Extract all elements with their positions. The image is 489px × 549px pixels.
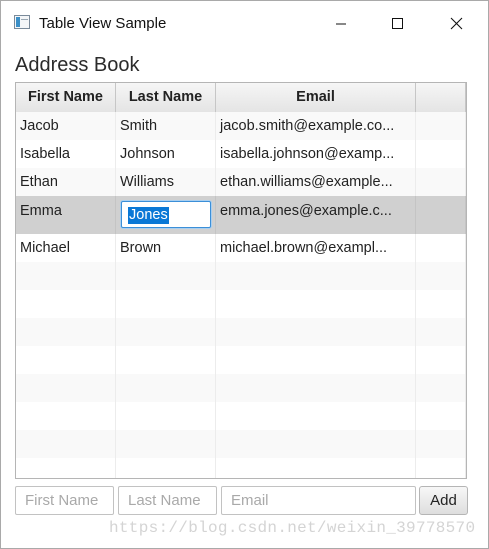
email-cell[interactable]: michael.brown@exampl...: [216, 234, 416, 262]
first-name-cell[interactable]: Jacob: [16, 112, 116, 140]
filler-cell: [416, 196, 466, 234]
table-row[interactable]: Michael Brown michael.brown@exampl...: [16, 234, 466, 262]
table-app-icon: [14, 15, 30, 29]
empty-row: [16, 402, 466, 430]
email-cell[interactable]: jacob.smith@example.co...: [216, 112, 416, 140]
email-cell[interactable]: ethan.williams@example...: [216, 168, 416, 196]
empty-row: [16, 458, 466, 478]
table-body: Jacob Smith jacob.smith@example.co... Is…: [16, 112, 466, 478]
table-header: First Name Last Name Email: [16, 83, 466, 113]
first-name-cell[interactable]: Ethan: [16, 168, 116, 196]
minimize-icon: [336, 23, 346, 25]
last-name-cell[interactable]: Brown: [116, 234, 216, 262]
email-cell[interactable]: emma.jones@example.c...: [216, 196, 416, 234]
empty-row: [16, 346, 466, 374]
empty-row: [16, 374, 466, 402]
column-header-filler: [416, 83, 466, 112]
filler-cell: [416, 234, 466, 262]
maximize-button[interactable]: [379, 9, 415, 37]
empty-row: [16, 262, 466, 290]
filler-cell: [416, 140, 466, 168]
selected-edit-text: Jones: [128, 207, 169, 224]
last-name-input[interactable]: [118, 486, 217, 515]
maximize-icon: [392, 18, 403, 29]
empty-row: [16, 318, 466, 346]
table-row[interactable]: Jacob Smith jacob.smith@example.co...: [16, 112, 466, 140]
table-row[interactable]: Ethan Williams ethan.williams@example...: [16, 168, 466, 196]
close-button[interactable]: [437, 9, 473, 37]
empty-row: [16, 290, 466, 318]
window-title: Table View Sample: [39, 15, 167, 32]
address-table[interactable]: First Name Last Name Email Jacob Smith j…: [15, 82, 467, 479]
close-icon: [450, 17, 463, 30]
table-row[interactable]: Isabella Johnson isabella.johnson@examp.…: [16, 140, 466, 168]
filler-cell: [416, 112, 466, 140]
first-name-input[interactable]: [15, 486, 114, 515]
empty-row: [16, 430, 466, 458]
column-header-email[interactable]: Email: [216, 83, 416, 112]
last-name-edit-field[interactable]: Jones: [121, 201, 211, 228]
last-name-cell[interactable]: Williams: [116, 168, 216, 196]
email-input[interactable]: [221, 486, 416, 515]
column-header-last-name[interactable]: Last Name: [116, 83, 216, 112]
minimize-button[interactable]: [323, 9, 359, 37]
last-name-cell[interactable]: Johnson: [116, 140, 216, 168]
app-window: Table View Sample Address Book First Nam…: [0, 0, 489, 549]
first-name-cell[interactable]: Emma: [16, 196, 116, 234]
first-name-cell[interactable]: Michael: [16, 234, 116, 262]
add-button[interactable]: Add: [419, 486, 468, 515]
email-cell[interactable]: isabella.johnson@examp...: [216, 140, 416, 168]
table-row-selected[interactable]: Emma emma.jones@example.c... Jones: [16, 196, 466, 234]
first-name-cell[interactable]: Isabella: [16, 140, 116, 168]
page-title: Address Book: [15, 54, 140, 76]
filler-cell: [416, 168, 466, 196]
column-header-first-name[interactable]: First Name: [16, 83, 116, 112]
last-name-cell[interactable]: Smith: [116, 112, 216, 140]
title-bar[interactable]: Table View Sample: [1, 1, 488, 45]
watermark: https://blog.csdn.net/weixin_39778570: [109, 519, 476, 537]
